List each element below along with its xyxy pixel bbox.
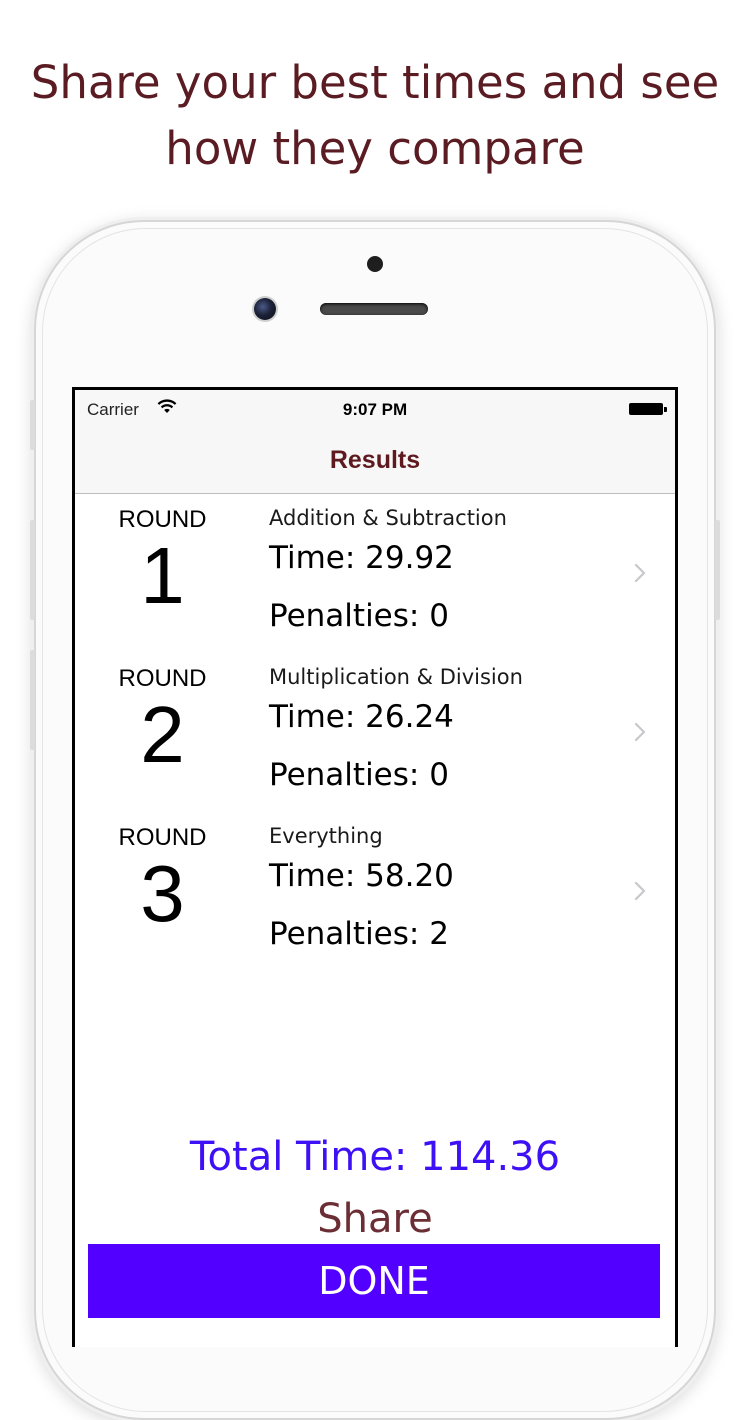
chevron-right-icon	[634, 563, 646, 583]
round-row-1[interactable]: ROUND 1 Addition & Subtraction Time: 29.…	[75, 494, 675, 653]
round-number: 1	[140, 531, 185, 620]
volume-down-button	[30, 520, 35, 620]
round-label: ROUND	[118, 665, 207, 692]
round-category: Everything	[269, 824, 383, 848]
total-time: Total Time: 114.36	[189, 1134, 561, 1180]
round-category: Multiplication & Division	[269, 665, 523, 689]
round-row-2[interactable]: ROUND 2 Multiplication & Division Time: …	[75, 653, 675, 812]
round-penalties: Penalties: 0	[269, 598, 449, 634]
promo-headline-line-1: Share your best times and see	[30, 56, 720, 109]
share-button[interactable]: Share	[75, 1196, 675, 1242]
chevron-right-icon	[634, 722, 646, 742]
round-category: Addition & Subtraction	[269, 506, 507, 530]
round-penalties: Penalties: 2	[269, 916, 449, 952]
page-title: Results	[329, 446, 421, 474]
promo-headline-line-2: how they compare	[165, 122, 585, 175]
proximity-sensor	[367, 256, 383, 272]
round-time: Time: 29.92	[269, 540, 454, 576]
phone-screen: Carrier 9:07 PM Results ROUND 1 Addition…	[72, 387, 678, 1347]
round-row-3[interactable]: ROUND 3 Everything Time: 58.20 Penalties…	[75, 812, 675, 971]
round-label: ROUND	[118, 506, 207, 533]
status-time: 9:07 PM	[342, 400, 408, 419]
app-screen: Carrier 9:07 PM Results ROUND 1 Addition…	[75, 390, 675, 1347]
round-number: 2	[140, 690, 185, 779]
earpiece-speaker	[320, 303, 428, 315]
battery-icon	[629, 403, 667, 415]
round-label: ROUND	[118, 824, 207, 851]
chevron-right-icon	[634, 881, 646, 901]
round-number: 3	[140, 849, 185, 938]
status-bar: Carrier 9:07 PM	[75, 390, 675, 430]
mute-switch	[30, 650, 35, 750]
front-camera-icon	[254, 298, 276, 320]
done-button[interactable]: DONE	[88, 1244, 660, 1318]
round-time: Time: 26.24	[269, 699, 454, 735]
volume-up-button	[30, 400, 35, 450]
round-time: Time: 58.20	[269, 858, 454, 894]
promo-headline: Share your best times and see how they c…	[0, 50, 750, 182]
navigation-bar: Results	[75, 430, 675, 494]
power-button	[715, 520, 720, 620]
round-penalties: Penalties: 0	[269, 757, 449, 793]
